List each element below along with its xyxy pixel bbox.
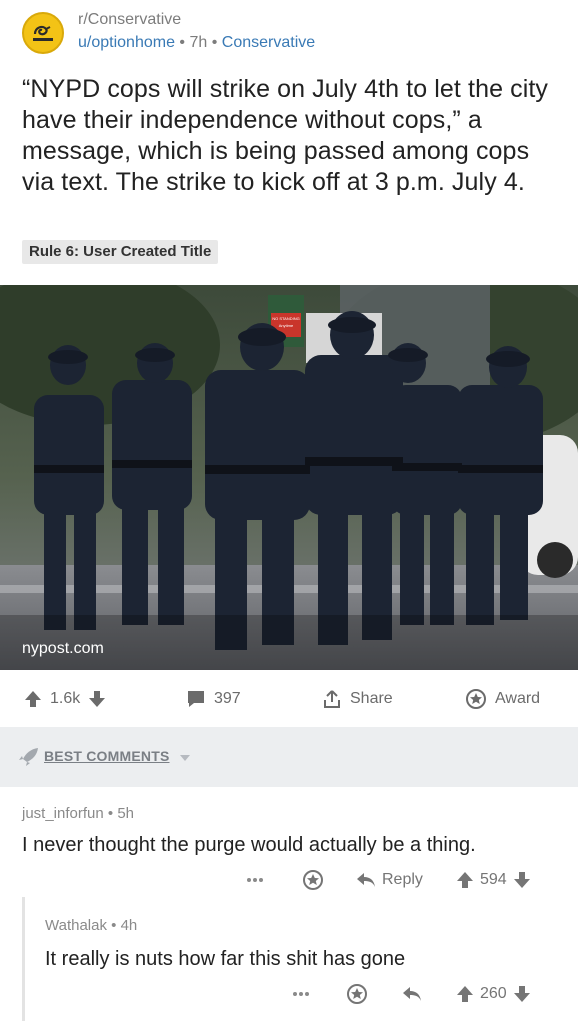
award-icon[interactable]	[346, 982, 368, 1006]
vote-count: 1.6k	[50, 690, 81, 707]
gadsden-flag-icon[interactable]	[22, 12, 64, 54]
comment-time: 4h	[120, 917, 138, 934]
post-image[interactable]: NO STANDING Anytime nypost.com	[0, 285, 578, 670]
post-flair[interactable]: Conservative	[222, 34, 315, 51]
downvote-icon[interactable]	[513, 871, 531, 889]
chevron-down-icon[interactable]	[179, 754, 191, 762]
rule-tag: Rule 6: User Created Title	[22, 240, 219, 264]
award-icon[interactable]	[302, 868, 324, 892]
award-button[interactable]: Award	[465, 688, 540, 710]
comment-item: just_inforfun • 5h I never thought the p…	[0, 787, 578, 897]
comment-vote-control: 260	[456, 982, 531, 1006]
comment-author[interactable]: just_inforfun	[22, 805, 104, 822]
award-icon	[466, 689, 486, 709]
reply-button[interactable]: Reply	[356, 868, 423, 892]
comment-sort-label[interactable]: BEST COMMENTS	[44, 748, 170, 764]
comment-count: 397	[214, 690, 241, 707]
award-label: Award	[495, 690, 541, 707]
share-icon	[324, 690, 340, 708]
image-source-link[interactable]: nypost.com	[22, 640, 104, 658]
comment-author[interactable]: Wathalak	[45, 917, 107, 934]
sign-text-1: NO STANDING	[272, 316, 299, 321]
downvote-icon[interactable]	[88, 690, 106, 708]
share-button[interactable]: Share	[322, 688, 393, 710]
comments-button[interactable]: 397	[186, 688, 241, 710]
vote-control: 1.6k	[24, 688, 106, 710]
reply-label: Reply	[382, 871, 423, 888]
comment-score: 594	[480, 871, 507, 888]
comment-time: 5h	[117, 805, 134, 822]
comment-meta: Wathalak • 4h	[45, 917, 138, 934]
downvote-icon[interactable]	[513, 985, 531, 1003]
sign-text-2: Anytime	[279, 323, 294, 328]
comment-item: Wathalak • 4h It really is nuts how far …	[0, 897, 578, 1024]
comment-sort-bar[interactable]: BEST COMMENTS	[0, 727, 578, 787]
comment-vote-control: 594	[456, 868, 531, 892]
rocket-icon	[19, 748, 38, 766]
comment-body: I never thought the purge would actually…	[22, 834, 476, 856]
post-author-link[interactable]: u/optionhome	[78, 34, 175, 51]
comment-score: 260	[480, 985, 507, 1002]
subreddit-name[interactable]: r/Conservative	[78, 11, 181, 29]
more-icon[interactable]	[292, 982, 310, 1006]
upvote-icon[interactable]	[456, 985, 474, 1003]
comment-actions: Reply 594	[0, 868, 578, 892]
comment-actions: 260	[0, 982, 578, 1006]
reply-icon	[357, 873, 375, 887]
more-icon[interactable]	[246, 868, 264, 892]
upvote-icon[interactable]	[456, 871, 474, 889]
post-meta: u/optionhome • 7h • Conservative	[78, 34, 316, 51]
post-title[interactable]: “NYPD cops will strike on July 4th to le…	[22, 74, 558, 198]
comment-body: It really is nuts how far this shit has …	[45, 948, 406, 970]
post-action-bar: 1.6k 397 Share Award	[0, 670, 578, 726]
post-header: r/Conservative u/optionhome • 7h • Conse…	[0, 0, 578, 70]
upvote-icon[interactable]	[24, 690, 42, 708]
post-time: 7h	[189, 34, 208, 51]
share-label: Share	[350, 690, 393, 707]
comment-icon	[188, 691, 204, 707]
comment-meta: just_inforfun • 5h	[22, 805, 134, 822]
reply-icon[interactable]	[402, 982, 422, 1006]
